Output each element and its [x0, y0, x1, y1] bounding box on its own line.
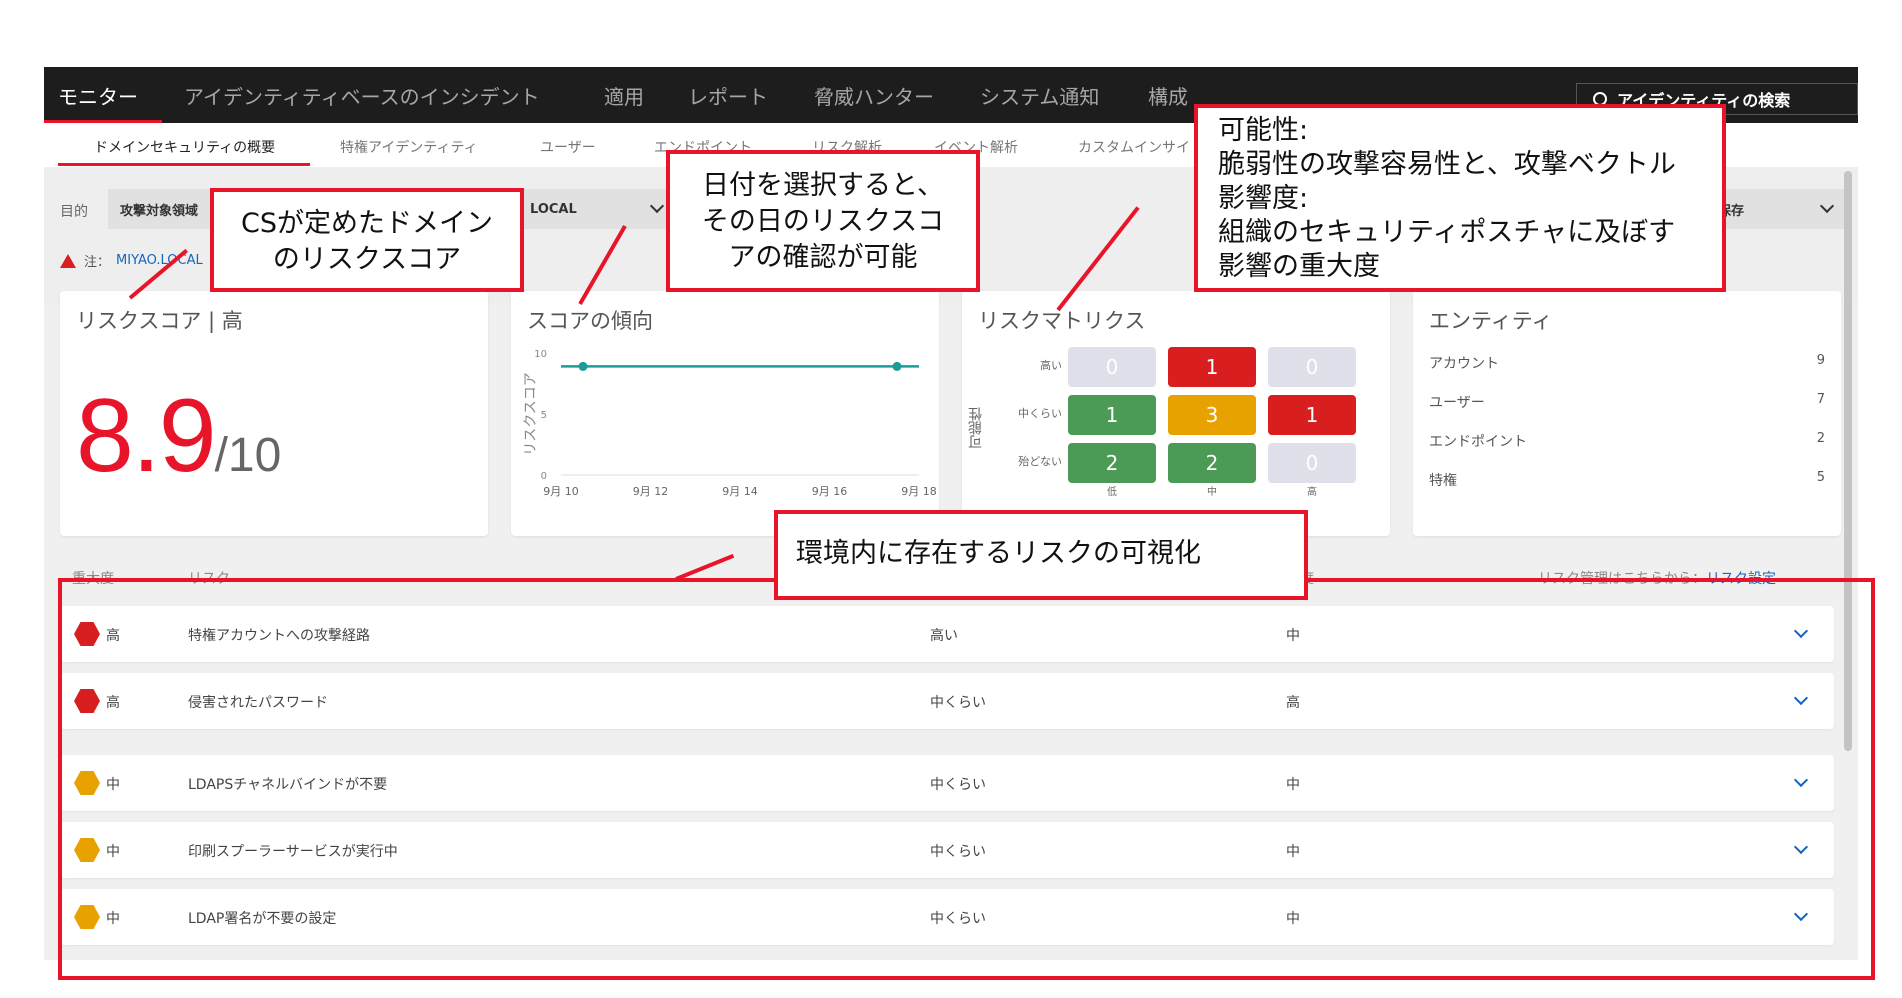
entity-count: 5 — [1816, 470, 1825, 485]
annotation-line: 組織のセキュリティポスチャに及ぼす — [1218, 217, 1676, 248]
tab-configure[interactable]: 構成 — [1148, 81, 1188, 110]
goal-label: 目的 — [60, 204, 88, 220]
subtab-privileged-identities[interactable]: 特権アイデンティティ — [340, 137, 478, 157]
subtab-users[interactable]: ユーザー — [540, 137, 596, 157]
risk-matrix-title: リスクマトリクス — [978, 309, 1146, 333]
subtab-domain-security-overview[interactable]: ドメインセキュリティの概要 — [94, 137, 275, 157]
tab-threat-hunter[interactable]: 脅威ハンター — [814, 81, 934, 110]
trend-point — [892, 361, 902, 371]
risk-score-card: リスクスコア | 高 8.9/10 — [60, 291, 488, 536]
goal-select-value: 攻撃対象領域 — [120, 203, 199, 219]
domain-link[interactable]: MIYAO.LOCAL — [116, 253, 203, 268]
subtab-custom-insights[interactable]: カスタムインサイ — [1078, 137, 1190, 157]
annotation-line: 環境内に存在するリスクの可視化 — [796, 538, 1201, 569]
annotation-line: CSが定めたドメイン — [241, 208, 493, 239]
trend-chart[interactable]: 0 5 10 9月 10 9月 12 9月 14 9月 16 9月 18 リスクスコア — [511, 291, 939, 536]
annotation-line: のリスクスコア — [272, 244, 462, 275]
tab-reports[interactable]: レポート — [688, 81, 768, 110]
x-tick-label: 9月 18 — [901, 485, 937, 498]
risk-score-title: リスクスコア | 高 — [76, 309, 243, 333]
annotation-line: 日付を選択すると、 — [702, 170, 944, 201]
entity-row-users[interactable]: ユーザー 7 — [1429, 392, 1825, 412]
annotation-line: 影響の重大度 — [1218, 251, 1380, 282]
entity-label: ユーザー — [1429, 395, 1485, 411]
likelihood-row-medium: 中くらい — [1018, 407, 1062, 420]
x-tick-label: 9月 14 — [722, 485, 758, 498]
annotation-line: 影響度: — [1218, 183, 1309, 214]
trend-point — [578, 361, 588, 371]
matrix-cell[interactable]: 1 — [1268, 395, 1356, 435]
entity-count: 9 — [1816, 353, 1825, 368]
matrix-cell[interactable]: 2 — [1068, 443, 1156, 483]
annotation-domain-risk-score: CSが定めたドメイン のリスクスコア — [210, 188, 524, 292]
score-trend-card: スコアの傾向 0 5 10 9月 10 9月 12 9月 14 9月 16 9月 18 リスクス… — [511, 291, 939, 536]
active-subtab-indicator — [58, 163, 310, 166]
matrix-cell[interactable]: 1 — [1168, 347, 1256, 387]
impact-col-high: 高 — [1307, 487, 1317, 498]
tab-identity-incidents[interactable]: アイデンティティベースのインシデント — [184, 81, 540, 110]
x-tick-label: 9月 16 — [812, 485, 848, 498]
impact-col-low: 低 — [1107, 487, 1117, 498]
matrix-cell[interactable]: 2 — [1168, 443, 1256, 483]
warning-icon — [60, 253, 76, 268]
likelihood-row-high: 高い — [1040, 359, 1062, 372]
entity-count: 2 — [1816, 431, 1825, 446]
domain-select-value: LOCAL — [530, 201, 577, 217]
annotation-line: アの確認が可能 — [728, 242, 918, 273]
entity-label: アカウント — [1429, 356, 1499, 372]
entity-card: エンティティ アカウント 9 ユーザー 7 エンドポイント 2 特権 5 — [1413, 291, 1841, 536]
annotation-date-selection: 日付を選択すると、 その日のリスクスコ アの確認が可能 — [666, 150, 980, 292]
tab-system-notifications[interactable]: システム通知 — [980, 81, 1099, 110]
y-tick-label: 0 — [541, 471, 547, 482]
domain-select[interactable]: LOCAL — [518, 189, 678, 229]
entity-label: 特権 — [1429, 473, 1457, 489]
entity-label: エンドポイント — [1429, 434, 1527, 450]
annotation-line: 脆弱性の攻撃容易性と、攻撃ベクトル — [1218, 149, 1676, 180]
risk-score-number: 8.9 — [76, 378, 217, 494]
annotation-likelihood-impact: 可能性: 脆弱性の攻撃容易性と、攻撃ベクトル 影響度: 組織のセキュリティポスチ… — [1194, 104, 1726, 292]
impact-col-medium: 中 — [1207, 487, 1217, 498]
chevron-down-icon — [1819, 198, 1835, 214]
tab-enforce[interactable]: 適用 — [604, 81, 644, 110]
entity-row-endpoints[interactable]: エンドポイント 2 — [1429, 431, 1825, 451]
matrix-cell[interactable]: 0 — [1068, 347, 1156, 387]
matrix-cell[interactable]: 3 — [1168, 395, 1256, 435]
entity-row-accounts[interactable]: アカウント 9 — [1429, 353, 1825, 373]
matrix-cell[interactable]: 0 — [1268, 443, 1356, 483]
tab-monitor[interactable]: モニター — [58, 81, 138, 110]
y-tick-label: 10 — [534, 349, 547, 360]
likelihood-axis-label: 可能性 — [968, 407, 984, 449]
matrix-cell[interactable]: 1 — [1068, 395, 1156, 435]
risk-list-highlight-frame — [58, 578, 1875, 980]
risk-score-max: /10 — [214, 429, 282, 482]
save-button[interactable]: 保存 — [1706, 189, 1846, 229]
matrix-cell[interactable]: 0 — [1268, 347, 1356, 387]
y-tick-label: 5 — [541, 410, 547, 421]
risk-score-value: 8.9/10 — [76, 377, 281, 496]
entity-row-privileges[interactable]: 特権 5 — [1429, 470, 1825, 490]
note-prefix: 注： — [84, 255, 111, 270]
entity-title: エンティティ — [1429, 309, 1553, 333]
y-axis-label: リスクスコア — [523, 372, 539, 456]
x-tick-label: 9月 10 — [543, 485, 579, 498]
x-tick-label: 9月 12 — [633, 485, 669, 498]
risk-matrix-card: リスクマトリクス 可能性 高い 中くらい 殆どない 010131220 低 中 … — [962, 291, 1390, 536]
entity-count: 7 — [1816, 392, 1825, 407]
chevron-down-icon — [649, 198, 665, 214]
annotation-risk-visualization: 環境内に存在するリスクの可視化 — [774, 510, 1308, 600]
annotation-line: その日のリスクスコ — [701, 206, 945, 237]
likelihood-row-low: 殆どない — [1018, 455, 1062, 468]
annotation-line: 可能性: — [1218, 115, 1309, 146]
